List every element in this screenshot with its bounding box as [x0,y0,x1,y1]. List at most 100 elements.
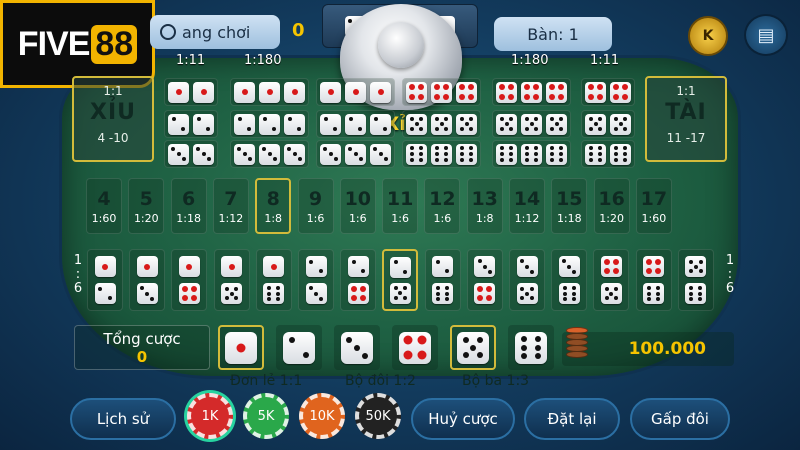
bet-double-3[interactable] [164,140,218,168]
die-face-1 [168,81,189,103]
bet-double-6[interactable] [581,140,635,168]
sum-number: 17 [640,187,668,210]
die-face-4 [643,256,665,277]
bet-combo-5-6[interactable] [677,249,714,311]
bet-sum-9[interactable]: 9 1:6 [297,178,334,234]
die-face-6 [432,283,454,304]
bet-triple-4[interactable] [492,78,571,106]
bet-single-1[interactable] [218,325,264,370]
bet-single-3[interactable] [334,325,380,370]
bet-combo-3-4[interactable] [466,249,503,311]
bet-triple-2[interactable] [230,110,309,138]
die-face-4 [585,81,606,103]
bet-combo-4-6[interactable] [635,249,672,311]
bet-sum-8[interactable]: 8 1:8 [255,178,292,234]
bet-sum-12[interactable]: 12 1:6 [424,178,461,234]
chip-10k[interactable]: 10K [299,393,345,439]
bet-combo-4-5[interactable] [593,249,630,311]
chip-1k[interactable]: 1K [187,393,233,439]
bet-triple-1[interactable] [230,78,309,106]
bet-sum-7[interactable]: 7 1:12 [212,178,249,234]
die-face-5 [389,282,411,304]
bet-tai[interactable]: 1:1 TÀI 11 -17 [645,76,727,162]
die-face-1 [136,256,158,277]
bet-combo-2-6[interactable] [424,249,461,311]
die-face-5 [496,113,517,135]
die-face-6 [496,143,517,165]
bet-combo-3-5[interactable] [509,249,545,311]
bet-any-triple-5[interactable] [402,110,481,138]
bet-combo-2-3[interactable] [298,249,334,311]
bet-triple-5[interactable] [492,110,571,138]
die-face-5 [521,113,542,135]
bet-sum-16[interactable]: 16 1:20 [593,178,630,234]
bet-single-2[interactable] [276,325,322,370]
bet-combo-1-6[interactable] [255,249,292,311]
die-face-1 [345,81,366,103]
bet-sum-17[interactable]: 17 1:60 [635,178,672,234]
bet-combo-2-5[interactable] [382,249,419,311]
die-face-6 [515,331,547,364]
sum-number: 16 [598,187,625,210]
die-face-2 [370,113,391,135]
bet-xiu[interactable]: 1:1 XỈU 4 -10 [72,76,154,162]
total-bet-box: Tổng cược 0 [74,325,210,370]
bet-triple-3[interactable] [230,140,309,168]
die-face-5 [685,256,707,277]
bet-sum-4[interactable]: 4 1:60 [86,178,122,234]
logo-text: FIVE [17,24,91,63]
bet-any-triple-2[interactable] [316,110,395,138]
die-face-2 [284,113,305,135]
bet-single-5[interactable] [450,325,496,370]
die-face-1 [94,256,116,277]
die-face-5 [457,331,489,364]
bet-double-1[interactable] [164,78,218,106]
chip-50k[interactable]: 50K [355,393,401,439]
die-face-3 [136,283,158,304]
die-face-1 [221,256,243,277]
bet-any-triple-4[interactable] [402,78,481,106]
sum-number: 6 [181,187,196,210]
bet-any-triple-1[interactable] [316,78,395,106]
bet-sum-5[interactable]: 5 1:20 [128,178,165,234]
bet-any-triple-6[interactable] [402,140,481,168]
pair-side-label-right: 1:6 [725,253,735,296]
bet-combo-1-4[interactable] [171,249,208,311]
payout-double: Bộ đôi 1:2 [345,373,416,389]
bet-any-triple-3[interactable] [316,140,395,168]
logo-number: 88 [91,24,138,64]
bet-sum-14[interactable]: 14 1:12 [509,178,545,234]
bet-double-4[interactable] [581,78,635,106]
bet-combo-1-3[interactable] [129,249,166,311]
bet-single-4[interactable] [392,325,438,370]
die-face-2 [432,256,454,277]
reset-button[interactable]: Đặt lại [524,398,620,440]
die-face-3 [259,143,280,165]
bet-sum-6[interactable]: 6 1:18 [170,178,207,234]
bet-combo-1-2[interactable] [87,249,123,311]
chat-icon[interactable]: ▤ [744,14,788,56]
die-face-5 [546,113,567,135]
chip-5k[interactable]: 5K [243,393,289,439]
coin-icon[interactable]: K [688,16,728,56]
die-face-5 [516,283,538,304]
bet-sum-15[interactable]: 15 1:18 [551,178,588,234]
bet-sum-11[interactable]: 11 1:6 [382,178,419,234]
bet-combo-1-5[interactable] [213,249,250,311]
bet-combo-3-6[interactable] [551,249,588,311]
history-button[interactable]: Lịch sử [70,398,176,440]
bet-sum-13[interactable]: 13 1:8 [466,178,503,234]
bet-combo-2-4[interactable] [340,249,377,311]
bet-single-6[interactable] [508,325,554,370]
bet-double-5[interactable] [581,110,635,138]
bet-double-2[interactable] [164,110,218,138]
double-bet-button[interactable]: Gấp đôi [630,398,730,440]
payout-single: Đơn lẻ 1:1 [230,373,303,389]
table-number-button[interactable]: Bàn: 1 [494,17,612,51]
die-face-4 [456,81,477,103]
sum-odds: 1:12 [218,211,244,225]
sum-odds: 1:18 [176,211,201,225]
cancel-bet-button[interactable]: Huỷ cược [411,398,515,440]
bet-sum-10[interactable]: 10 1:6 [339,178,376,234]
bet-triple-6[interactable] [492,140,571,168]
